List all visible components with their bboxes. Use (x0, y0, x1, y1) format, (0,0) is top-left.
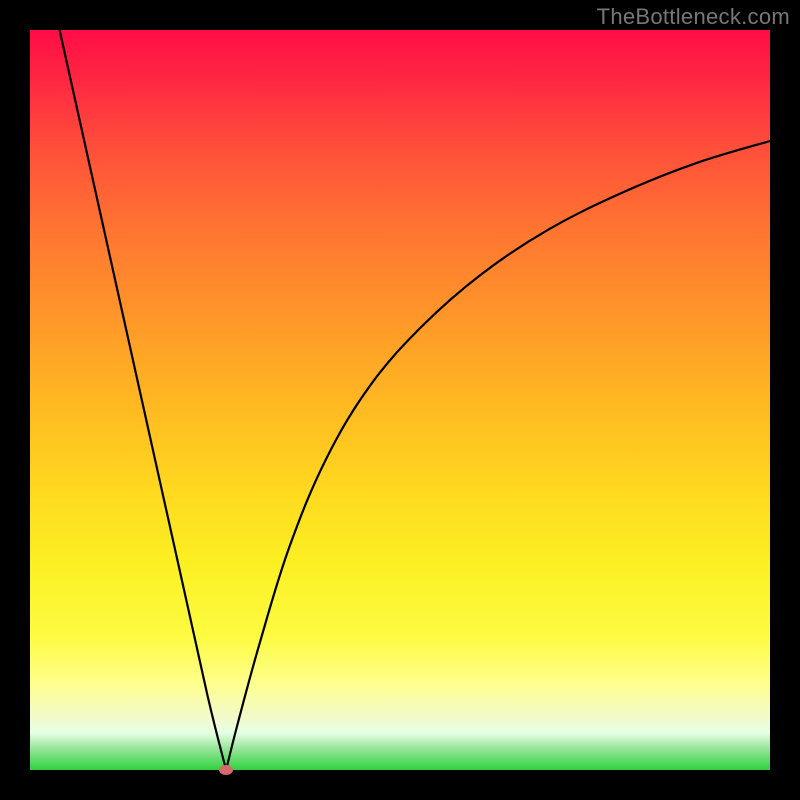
minimum-marker (219, 765, 233, 775)
right-branch-line (226, 141, 770, 770)
curve-layer (30, 30, 770, 770)
plot-area (30, 30, 770, 770)
watermark-text: TheBottleneck.com (597, 4, 790, 30)
left-branch-line (60, 30, 227, 770)
chart-frame: TheBottleneck.com (0, 0, 800, 800)
